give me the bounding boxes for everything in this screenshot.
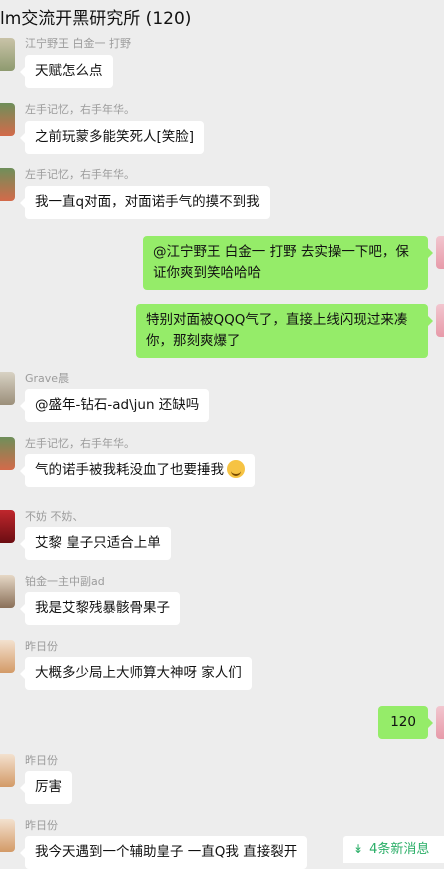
new-messages-button[interactable]: ↡ 4条新消息	[343, 836, 444, 863]
sender-name: 左手记忆，右手年华。	[25, 103, 135, 116]
avatar[interactable]	[0, 38, 15, 71]
sender-name: 昨日份	[25, 640, 58, 653]
message-text: 气的诺手被我耗没血了也要捶我	[35, 462, 224, 478]
chat-title: lm交流开黑研究所 (120)	[0, 9, 192, 29]
message-bubble[interactable]: 厉害	[20, 771, 72, 804]
message-bubble[interactable]: 特别对面被QQQ气了，直接上线闪现过来凑你，那刻爽爆了	[136, 304, 433, 358]
message-bubble[interactable]: 气的诺手被我耗没血了也要捶我	[20, 454, 255, 487]
message-bubble[interactable]: @江宁野王 白金一 打野 去实操一下吧，保证你爽到笑哈哈哈	[143, 236, 433, 290]
avatar[interactable]	[0, 168, 15, 201]
sender-name: 不妨 不妨、	[25, 510, 84, 523]
sender-name: 昨日份	[25, 754, 58, 767]
message-bubble[interactable]: @盛年-钻石-ad\jun 还缺吗	[19, 389, 210, 422]
sender-name: 江宁野王 白金一 打野	[25, 37, 131, 50]
avatar[interactable]	[436, 236, 444, 269]
sender-name: 左手记忆，右手年华。	[25, 437, 135, 450]
avatar[interactable]	[0, 103, 15, 136]
avatar[interactable]	[0, 575, 15, 608]
message-list[interactable]: 江宁野王 白金一 打野 天赋怎么点 左手记忆，右手年华。 之前玩蒙多能笑死人[笑…	[0, 0, 444, 869]
double-chevron-down-icon: ↡	[353, 842, 364, 856]
message-bubble[interactable]: 我一直q对面，对面诺手气的摸不到我	[20, 186, 270, 219]
message-bubble[interactable]: 我是艾黎残暴骸骨果子	[20, 592, 180, 625]
avatar[interactable]	[0, 819, 15, 852]
avatar[interactable]	[0, 754, 15, 787]
grin-sweat-emoji-icon	[227, 460, 245, 478]
avatar[interactable]	[0, 640, 15, 673]
new-messages-label: 4条新消息	[369, 842, 430, 857]
message-bubble[interactable]: 之前玩蒙多能笑死人[笑脸]	[19, 121, 205, 154]
chat-header: lm交流开黑研究所 (120)	[0, 0, 444, 30]
avatar[interactable]	[436, 706, 444, 739]
message-bubble[interactable]: 大概多少局上大师算大神呀 家人们	[20, 657, 252, 690]
message-bubble[interactable]: 120	[378, 706, 433, 739]
sender-name: 昨日份	[25, 819, 58, 832]
sender-name: Grave晨	[25, 372, 70, 385]
message-bubble[interactable]: 我今天遇到一个辅助皇子 一直Q我 直接裂开	[19, 836, 308, 869]
avatar[interactable]	[0, 437, 15, 470]
sender-name: 左手记忆，右手年华。	[25, 168, 135, 181]
avatar[interactable]	[0, 372, 15, 405]
sender-name: 铂金一主中副ad	[25, 575, 105, 588]
avatar[interactable]	[436, 304, 444, 337]
message-bubble[interactable]: 天赋怎么点	[20, 55, 113, 88]
message-bubble[interactable]: 艾黎 皇子只适合上单	[20, 527, 171, 560]
avatar[interactable]	[0, 510, 15, 543]
